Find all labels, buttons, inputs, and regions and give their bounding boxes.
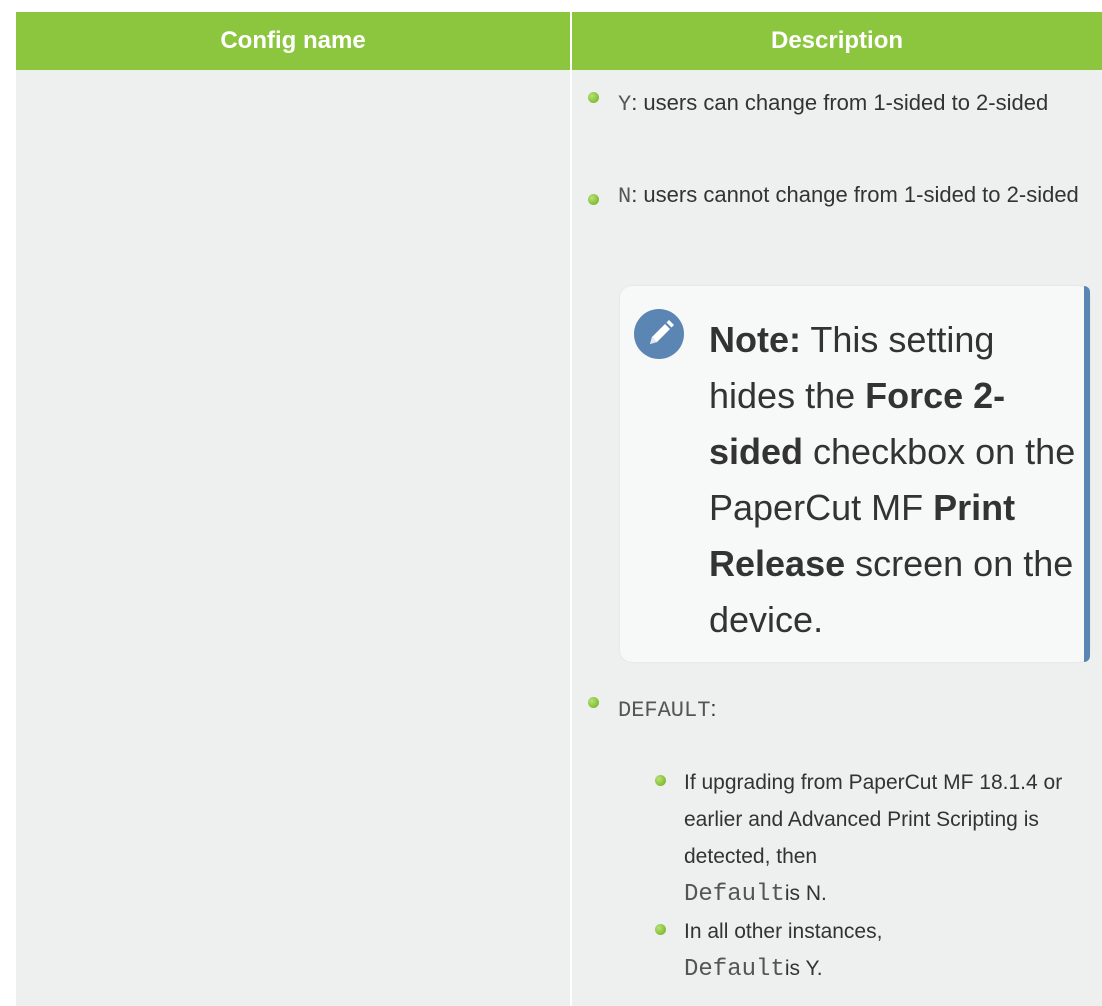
bullet-icon	[588, 697, 599, 708]
option-text: : users can change from 1-sided to 2-sid…	[631, 90, 1049, 115]
pencil-icon	[634, 309, 684, 359]
note-label: Note:	[709, 319, 801, 360]
bullet-icon	[655, 924, 666, 935]
sub-item-code: Default	[684, 881, 785, 908]
bullet-icon	[588, 92, 599, 103]
option-code: N	[618, 184, 632, 209]
config-name-cell	[16, 70, 570, 1006]
list-item-default: DEFAULT:	[618, 690, 1088, 729]
sub-item-text: If upgrading from PaperCut MF 18.1.4 or …	[684, 771, 1063, 868]
column-header-description: Description	[770, 27, 904, 54]
list-item-n: N: users cannot change from 1-sided to 2…	[618, 176, 1088, 215]
note-box: Note: This setting hides the Force 2-sid…	[620, 286, 1090, 662]
option-text: : users cannot change from 1-sided to 2-…	[631, 182, 1079, 207]
sub-item-code: Default	[684, 956, 785, 983]
note-text: Note: This setting hides the Force 2-sid…	[709, 312, 1089, 648]
sub-list-item: If upgrading from PaperCut MF 18.1.4 or …	[684, 764, 1094, 913]
column-header-config-name: Config name	[220, 27, 366, 54]
option-text: :	[710, 696, 717, 721]
sub-list-item: In all other instances, Defaultis Y.	[684, 913, 1094, 988]
list-item-y: Y: users can change from 1-sided to 2-si…	[618, 84, 1098, 123]
sub-item-suffix: is Y.	[784, 957, 823, 980]
option-code: Y	[618, 92, 632, 117]
bullet-icon	[588, 194, 599, 205]
option-code: DEFAULT	[618, 698, 711, 723]
sub-item-text: In all other instances,	[684, 920, 883, 943]
bullet-icon	[655, 775, 666, 786]
table-header-row: Config name Description	[16, 12, 1102, 70]
sub-item-suffix: is N.	[784, 882, 827, 905]
